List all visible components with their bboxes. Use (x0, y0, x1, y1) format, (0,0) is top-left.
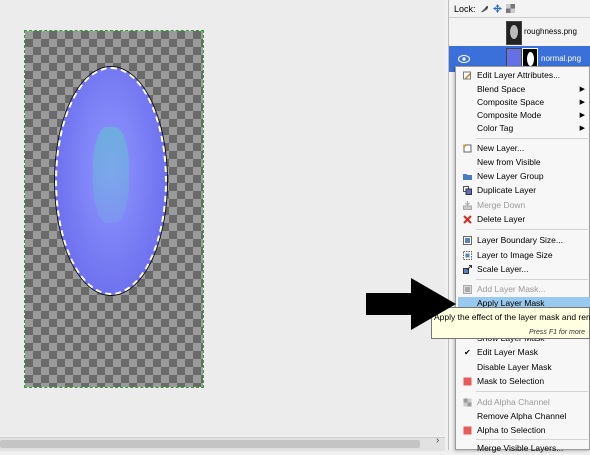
checkmark-icon: ✔ (464, 348, 471, 357)
new-layer-icon (463, 144, 472, 153)
menu-separator (476, 229, 588, 230)
image-layer-boundary[interactable] (24, 30, 204, 388)
menu-separator (476, 439, 588, 440)
menu-item-alpha-to-selection[interactable]: Alpha to Selection (456, 424, 590, 437)
menu-item-merge-down[interactable]: Merge Down (456, 199, 590, 212)
tooltip-help-hint: Press F1 for more (528, 329, 585, 336)
merge-down-icon (463, 201, 472, 210)
menu-separator (476, 391, 588, 392)
submenu-arrow-icon: ▶ (579, 86, 585, 93)
image-canvas[interactable] (0, 0, 445, 436)
mask-to-selection-icon (463, 377, 472, 386)
menu-separator (476, 138, 588, 139)
lock-pixels-icon[interactable] (480, 4, 489, 13)
lock-position-icon[interactable] (492, 4, 502, 13)
layer-row-roughness[interactable]: roughness.png (449, 19, 590, 45)
menu-item-composite-mode[interactable]: Composite Mode ▶ (456, 109, 590, 122)
edit-attributes-icon (463, 71, 471, 80)
scroll-right-icon[interactable]: › (436, 435, 439, 446)
menu-item-new-layer[interactable]: New Layer... (456, 142, 590, 155)
menu-item-duplicate-layer[interactable]: Duplicate Layer (456, 184, 590, 197)
menu-separator (476, 279, 588, 280)
menu-item-new-layer-group[interactable]: New Layer Group (456, 170, 590, 183)
layer-group-icon (463, 174, 472, 180)
submenu-arrow-icon: ▶ (579, 125, 585, 132)
menu-item-composite-space[interactable]: Composite Space ▶ (456, 96, 590, 109)
menu-item-disable-layer-mask[interactable]: Disable Layer Mask (456, 361, 590, 374)
duplicate-layer-icon (463, 186, 472, 195)
horizontal-scrollbar[interactable] (0, 437, 445, 451)
lock-label: Lock: (454, 3, 476, 14)
layer-thumbnail (506, 21, 522, 45)
menu-item-merge-visible-layers[interactable]: Merge Visible Layers... (456, 442, 590, 455)
delete-icon (463, 215, 472, 224)
pointer-arrow-icon (366, 278, 456, 330)
lock-alpha-icon[interactable] (505, 4, 515, 13)
boundary-size-icon (463, 236, 472, 245)
menu-item-delete-layer[interactable]: Delete Layer (456, 213, 590, 226)
menu-item-add-layer-mask[interactable]: Add Layer Mask... (456, 283, 590, 296)
menu-item-mask-to-selection[interactable]: Mask to Selection (456, 375, 590, 388)
scrollbar-thumb[interactable] (0, 440, 420, 448)
normal-map-oval-selection[interactable] (55, 67, 167, 295)
add-alpha-icon (463, 398, 472, 407)
menu-item-color-tag[interactable]: Color Tag ▶ (456, 122, 590, 135)
menu-item-layer-boundary-size[interactable]: Layer Boundary Size... (456, 234, 590, 247)
layer-name: roughness.png (524, 27, 577, 36)
menu-item-scale-layer[interactable]: Scale Layer... (456, 263, 590, 276)
menu-item-edit-layer-mask[interactable]: ✔ Edit Layer Mask (456, 346, 590, 359)
menu-item-add-alpha-channel[interactable]: Add Alpha Channel (456, 396, 590, 409)
menu-item-blend-space[interactable]: Blend Space ▶ (456, 83, 590, 96)
menu-item-remove-alpha-channel[interactable]: Remove Alpha Channel (456, 410, 590, 423)
lock-bar: Lock: (449, 0, 590, 18)
visibility-eye-icon[interactable] (458, 55, 470, 63)
add-mask-icon (463, 285, 472, 294)
submenu-arrow-icon: ▶ (579, 99, 585, 106)
submenu-arrow-icon: ▶ (579, 112, 585, 119)
to-image-size-icon (463, 251, 472, 260)
menu-item-edit-layer-attributes[interactable]: Edit Layer Attributes... (456, 69, 590, 82)
scale-layer-icon (463, 265, 472, 274)
normal-map-detail (93, 127, 129, 223)
layer-name: normal.png (541, 54, 582, 63)
menu-item-layer-to-image-size[interactable]: Layer to Image Size (456, 249, 590, 262)
alpha-to-selection-icon (463, 426, 472, 435)
menu-item-new-from-visible[interactable]: New from Visible (456, 156, 590, 169)
